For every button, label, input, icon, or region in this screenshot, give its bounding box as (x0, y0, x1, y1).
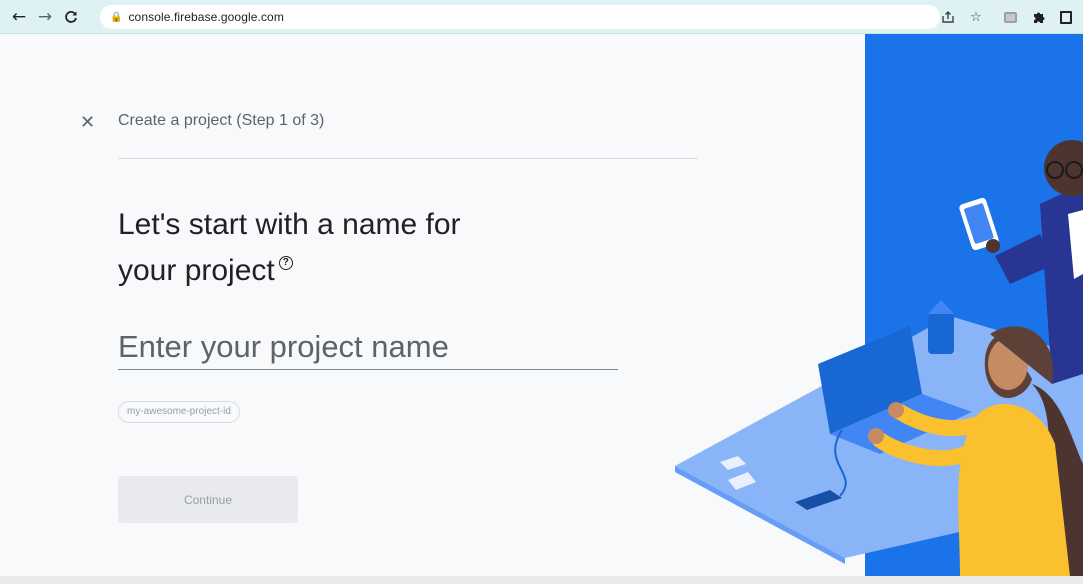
back-icon[interactable]: ← (6, 4, 32, 30)
step-title: Create a project (Step 1 of 3) (118, 112, 325, 129)
create-project-page: ✕ Create a project (Step 1 of 3) Let's s… (0, 34, 1083, 584)
address-bar[interactable]: 🔒 console.firebase.google.com (100, 5, 940, 29)
browser-actions: ☆ (931, 0, 1083, 34)
illustration (675, 34, 1083, 576)
status-strip (0, 576, 1083, 584)
continue-button[interactable]: Continue (118, 476, 298, 523)
project-name-input[interactable] (118, 324, 618, 370)
page-title: Let's start with a name for your project… (118, 202, 638, 294)
lock-icon: 🔒 (110, 11, 123, 23)
browser-toolbar: ← → 🔒 console.firebase.google.com ☆ (0, 0, 1083, 34)
url-text: console.firebase.google.com (128, 10, 284, 24)
share-icon[interactable] (937, 6, 959, 28)
forward-icon[interactable]: → (32, 4, 58, 30)
help-icon[interactable]: ? (278, 256, 293, 270)
star-icon[interactable]: ☆ (965, 6, 987, 28)
headline-line-1: Let's start with a name for (118, 208, 461, 241)
close-icon[interactable]: ✕ (80, 112, 95, 133)
puzzle-icon[interactable] (1027, 6, 1049, 28)
project-id-chip[interactable]: my-awesome-project-id (118, 401, 240, 423)
side-panel-icon[interactable] (1055, 6, 1077, 28)
headline-line-2: your project (118, 254, 275, 287)
reload-icon[interactable] (58, 4, 84, 30)
extension-icon[interactable] (999, 6, 1021, 28)
divider (118, 158, 698, 159)
mug (928, 314, 954, 354)
